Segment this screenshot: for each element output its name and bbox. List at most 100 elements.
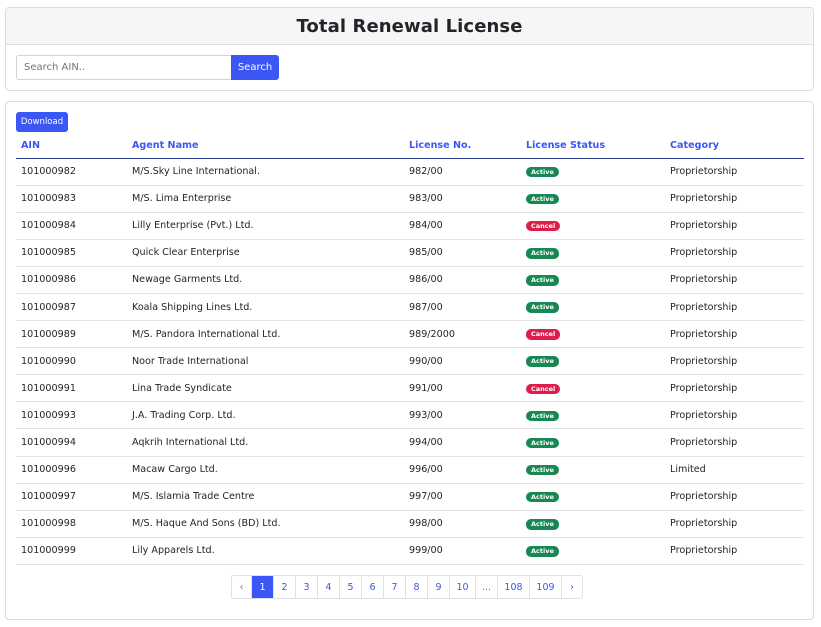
column-header-ain: AIN (16, 134, 127, 159)
pagination-prev-button: ‹ (232, 576, 252, 598)
ain-cell: 101000982 (16, 158, 127, 186)
agent-name-cell: Koala Shipping Lines Ltd. (127, 293, 404, 322)
category-cell: Proprietorship (665, 158, 804, 186)
agent-name-cell: Noor Trade International (127, 347, 404, 376)
table-row: 101000986 Newage Garments Ltd. 986/00 Activ… (16, 266, 804, 294)
agent-name-cell: Quick Clear Enterprise (127, 239, 404, 267)
category-cell: Proprietorship (665, 266, 804, 294)
ain-cell: 101000984 (16, 212, 127, 240)
table-row: 101000999 Lily Apparels Ltd. 999/00 Active P… (16, 537, 804, 565)
license-status-cell: Active (521, 239, 665, 267)
ain-cell: 101000993 (16, 401, 127, 430)
pagination-page-5[interactable]: 5 (340, 576, 362, 598)
license-no-cell: 987/00 (404, 293, 521, 322)
agent-name-cell: Lilly Enterprise (Pvt.) Ltd. (127, 212, 404, 240)
table-row: 101000997 M/S. Islamia Trade Centre 997/00… (16, 483, 804, 511)
column-header-license-no: License No. (404, 134, 521, 159)
table-card: Download AIN Agent Name License No. Lice… (5, 101, 814, 620)
table-row: 101000984 Lilly Enterprise (Pvt.) Ltd. 984… (16, 212, 804, 240)
license-no-cell: 986/00 (404, 266, 521, 294)
category-cell: Proprietorship (665, 510, 804, 538)
agent-name-cell: J.A. Trading Corp. Ltd. (127, 401, 404, 430)
agent-name-cell: Aqkrih International Ltd. (127, 428, 404, 457)
pagination: ‹ 1 2 3 4 5 6 7 8 9 10... 108 109 › (231, 575, 583, 599)
license-status-cell: Active (521, 347, 665, 376)
pagination-page-4[interactable]: 4 (318, 576, 340, 598)
column-header-license-status: License Status (521, 134, 665, 159)
ain-cell: 101000991 (16, 374, 127, 403)
license-status-cell: Active (521, 158, 665, 186)
license-no-cell: 982/00 (404, 158, 521, 186)
status-badge: Active (526, 546, 559, 557)
license-table: AIN Agent Name License No. License Statu… (16, 134, 804, 565)
status-badge: Active (526, 193, 559, 205)
pagination-page-9[interactable]: 9 (428, 576, 450, 598)
status-badge: Cancel (526, 329, 561, 340)
pagination-page-10[interactable]: 10 (450, 576, 476, 598)
license-status-cell: Active (521, 401, 665, 430)
status-badge: Active (526, 302, 559, 313)
agent-name-cell: M/S. Haque And Sons (BD) Ltd. (127, 510, 404, 538)
license-no-cell: 989/2000 (404, 320, 521, 349)
pagination-page-7[interactable]: 7 (384, 576, 406, 598)
ain-cell: 101000986 (16, 266, 127, 294)
pagination-page-6[interactable]: 6 (362, 576, 384, 598)
license-no-cell: 991/00 (404, 374, 521, 403)
status-badge: Active (526, 356, 559, 367)
table-row: 101000998 M/S. Haque And Sons (BD) Ltd. 99… (16, 510, 804, 538)
license-status-cell: Cancel (521, 374, 665, 403)
page-title: Total Renewal License (296, 15, 523, 37)
license-status-cell: Active (521, 293, 665, 322)
ain-cell: 101000994 (16, 428, 127, 457)
table-row: 101000983 M/S. Lima Enterprise 983/00 Activ… (16, 185, 804, 213)
pagination-page-1[interactable]: 1 (252, 576, 274, 598)
table-row: 101000993 J.A. Trading Corp. Ltd. 993/00 Ac… (16, 401, 804, 430)
pagination-page-108[interactable]: 108 (498, 576, 530, 598)
license-no-cell: 994/00 (404, 428, 521, 457)
license-no-cell: 990/00 (404, 347, 521, 376)
header-title-bar: Total Renewal License (6, 8, 813, 45)
search-button[interactable]: Search (231, 55, 279, 80)
download-button[interactable]: Download (16, 112, 68, 132)
ain-cell: 101000987 (16, 293, 127, 322)
license-status-cell: Cancel (521, 212, 665, 240)
table-row: 101000989 M/S. Pandora International Ltd.… (16, 320, 804, 349)
category-cell: Proprietorship (665, 374, 804, 403)
table-row: 101000987 Koala Shipping Lines Ltd. 987/00… (16, 293, 804, 322)
license-status-cell: Active (521, 428, 665, 457)
license-no-cell: 985/00 (404, 239, 521, 267)
ain-cell: 101000990 (16, 347, 127, 376)
license-no-cell: 984/00 (404, 212, 521, 240)
table-row: 101000994 Aqkrih International Ltd. 994/00… (16, 428, 804, 457)
status-badge: Cancel (526, 220, 561, 232)
ain-cell: 101000983 (16, 185, 127, 213)
category-cell: Proprietorship (665, 185, 804, 213)
ain-cell: 101000985 (16, 239, 127, 267)
license-status-cell: Active (521, 537, 665, 565)
pagination-page-3[interactable]: 3 (296, 576, 318, 598)
agent-name-cell: Macaw Cargo Ltd. (127, 456, 404, 484)
search-input[interactable] (16, 55, 231, 80)
pagination-next-button[interactable]: › (562, 576, 582, 598)
agent-name-cell: Lily Apparels Ltd. (127, 537, 404, 565)
pagination-page-8[interactable]: 8 (406, 576, 428, 598)
license-status-cell: Active (521, 510, 665, 538)
agent-name-cell: M/S. Lima Enterprise (127, 185, 404, 213)
search-form: Search (16, 55, 279, 80)
agent-name-cell: M/S.Sky Line International. (127, 158, 404, 186)
pagination-ellipsis: ... (476, 576, 498, 598)
ain-cell: 101000997 (16, 483, 127, 511)
license-no-cell: 983/00 (404, 185, 521, 213)
pagination-page-109[interactable]: 109 (530, 576, 562, 598)
agent-name-cell: Lina Trade Syndicate (127, 374, 404, 403)
agent-name-cell: M/S. Pandora International Ltd. (127, 320, 404, 349)
status-badge: Active (526, 275, 559, 286)
license-no-cell: 997/00 (404, 483, 521, 511)
license-status-cell: Active (521, 266, 665, 294)
pagination-page-2[interactable]: 2 (274, 576, 296, 598)
category-cell: Limited (665, 456, 804, 484)
category-cell: Proprietorship (665, 537, 804, 565)
column-header-category: Category (665, 134, 804, 159)
category-cell: Proprietorship (665, 293, 804, 322)
table-row: 101000985 Quick Clear Enterprise 985/00 Act… (16, 239, 804, 267)
